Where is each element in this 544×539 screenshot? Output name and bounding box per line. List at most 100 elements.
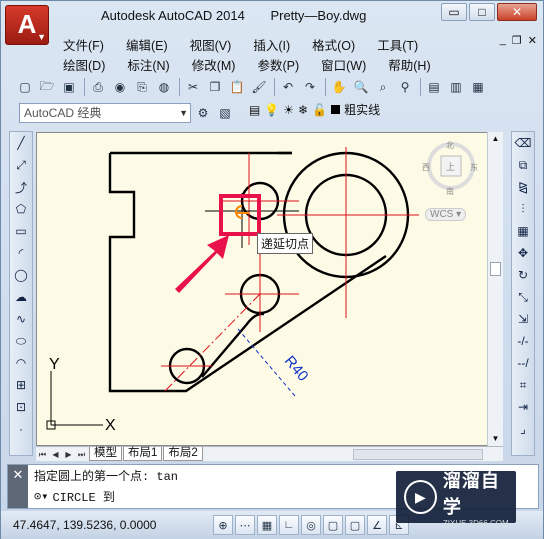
rectangle-icon[interactable]: ▭: [10, 220, 32, 242]
menu-item[interactable]: 绘图(D): [63, 55, 105, 74]
tab-prev-icon[interactable]: ◀: [49, 448, 62, 461]
wcs-menu[interactable]: WCS ▾: [425, 208, 467, 221]
save-icon[interactable]: ▣: [59, 77, 79, 97]
scroll-up-button[interactable]: ▲: [488, 132, 503, 146]
doc-minimize-button[interactable]: _: [500, 34, 506, 47]
zoom-realtime-icon[interactable]: 🔍: [351, 77, 371, 97]
construction-line-icon[interactable]: ⤢: [10, 154, 32, 176]
line-icon[interactable]: ╱: [10, 132, 32, 154]
tool-palettes-icon[interactable]: ▦: [468, 77, 488, 97]
open-file-icon[interactable]: 🗁: [37, 77, 57, 97]
customize-icon[interactable]: ▧: [215, 103, 235, 123]
fillet-icon[interactable]: ⌟: [512, 418, 534, 440]
copy-object-icon[interactable]: ⧉: [512, 154, 534, 176]
make-block-icon[interactable]: ⊡: [10, 396, 32, 418]
ellipse-arc-icon[interactable]: ◠: [10, 352, 32, 374]
trim-icon[interactable]: -/-: [512, 330, 534, 352]
join-icon[interactable]: ⇥: [512, 396, 534, 418]
tab-model[interactable]: 模型: [89, 447, 122, 461]
menu-item[interactable]: 参数(P): [257, 55, 299, 74]
design-center-icon[interactable]: ▥: [446, 77, 466, 97]
stretch-icon[interactable]: ⇲: [512, 308, 534, 330]
menu-item[interactable]: 编辑(E): [126, 35, 168, 54]
menu-item[interactable]: 工具(T): [377, 35, 418, 54]
menu-item[interactable]: 标注(N): [127, 55, 169, 74]
application-menu-button[interactable]: A ▼: [5, 5, 49, 45]
point-icon[interactable]: ·: [10, 418, 32, 440]
close-button[interactable]: ✕: [497, 3, 537, 21]
menu-item[interactable]: 格式(O): [312, 35, 355, 54]
insert-block-icon[interactable]: ⊞: [10, 374, 32, 396]
tab-first-icon[interactable]: ⏮: [36, 448, 49, 461]
part-outline: [108, 151, 410, 393]
properties-icon[interactable]: ▤: [424, 77, 444, 97]
snap-mode-icon[interactable]: ⋯: [235, 515, 255, 535]
menu-item[interactable]: 修改(M): [192, 55, 236, 74]
scroll-down-button[interactable]: ▼: [488, 432, 503, 446]
menu-item[interactable]: 窗口(W): [321, 55, 366, 74]
copy-icon[interactable]: ❐: [205, 77, 225, 97]
mirror-icon[interactable]: ⧎: [512, 176, 534, 198]
polyline-icon[interactable]: ⤴: [10, 176, 32, 198]
workspace-settings-icon[interactable]: ⚙: [193, 103, 213, 123]
scroll-thumb[interactable]: [490, 262, 501, 276]
revision-cloud-icon[interactable]: ☁: [10, 286, 32, 308]
layer-manager-icon[interactable]: ▤: [249, 103, 260, 117]
3d-osnap-icon[interactable]: ▢: [345, 515, 365, 535]
command-prompt: CIRCLE 到: [52, 491, 115, 505]
zoom-window-icon[interactable]: ⌕: [373, 77, 393, 97]
menu-item[interactable]: 插入(I): [253, 35, 290, 54]
tab-next-icon[interactable]: ▶: [62, 448, 75, 461]
doc-close-button[interactable]: ✕: [528, 34, 537, 47]
tab-layout1[interactable]: 布局1: [123, 447, 163, 461]
coordinate-readout[interactable]: 47.4647, 139.5236, 0.0000: [13, 518, 213, 532]
move-icon[interactable]: ✥: [512, 242, 534, 264]
scale-icon[interactable]: ⤡: [512, 286, 534, 308]
polygon-icon[interactable]: ⬠: [10, 198, 32, 220]
spline-icon[interactable]: ∿: [10, 308, 32, 330]
object-snap-icon[interactable]: ▢: [323, 515, 343, 535]
rotate-icon[interactable]: ↻: [512, 264, 534, 286]
zoom-previous-icon[interactable]: ⚲: [395, 77, 415, 97]
arc-icon[interactable]: ◜: [10, 242, 32, 264]
break-icon[interactable]: ⌗: [512, 374, 534, 396]
redo-icon[interactable]: ↷: [300, 77, 320, 97]
extend-icon[interactable]: --/: [512, 352, 534, 374]
ortho-mode-icon[interactable]: ∟: [279, 515, 299, 535]
print-preview-icon[interactable]: ◉: [110, 77, 130, 97]
undo-icon[interactable]: ↶: [278, 77, 298, 97]
offset-icon[interactable]: ⫶: [512, 198, 534, 220]
horizontal-scrollbar[interactable]: [353, 449, 483, 460]
layer-control[interactable]: ▤ 💡 ☀ ❄ 🔓 粗实线: [249, 101, 380, 118]
publish-icon[interactable]: ⎘: [132, 77, 152, 97]
paste-icon[interactable]: 📋: [227, 77, 247, 97]
object-snap-tracking-icon[interactable]: ∠: [367, 515, 387, 535]
3d-dwf-icon[interactable]: ◍: [154, 77, 174, 97]
ellipse-icon[interactable]: ⬭: [10, 330, 32, 352]
cut-icon[interactable]: ✂: [183, 77, 203, 97]
maximize-button[interactable]: □: [469, 3, 495, 21]
new-file-icon[interactable]: ▢: [15, 77, 35, 97]
menu-item[interactable]: 文件(F): [63, 35, 104, 54]
workspace-dropdown[interactable]: AutoCAD 经典 ▼: [19, 103, 191, 123]
infer-constraints-icon[interactable]: ⊕: [213, 515, 233, 535]
circle-icon[interactable]: ◯: [10, 264, 32, 286]
polar-tracking-icon[interactable]: ◎: [301, 515, 321, 535]
pan-icon[interactable]: ✋: [329, 77, 349, 97]
tab-last-icon[interactable]: ⏭: [75, 448, 88, 461]
minimize-button[interactable]: ▭: [441, 3, 467, 21]
tab-layout2[interactable]: 布局2: [163, 447, 203, 461]
vertical-scrollbar[interactable]: ▲ ▼: [487, 132, 503, 446]
match-properties-icon[interactable]: 🖌: [249, 77, 269, 97]
viewcube[interactable]: 上 北 南 西 东: [421, 138, 481, 198]
grid-display-icon[interactable]: ▦: [257, 515, 277, 535]
command-prompt-line[interactable]: ⊙▾ CIRCLE 到: [34, 488, 115, 505]
print-icon[interactable]: ⎙: [88, 77, 108, 97]
menu-item[interactable]: 视图(V): [190, 35, 232, 54]
erase-icon[interactable]: ⌫: [512, 132, 534, 154]
command-window-close[interactable]: ✕: [8, 465, 28, 508]
viewcube-svg: 上 北 南 西 东: [422, 141, 478, 196]
menu-item[interactable]: 帮助(H): [388, 55, 430, 74]
array-icon[interactable]: ▦: [512, 220, 534, 242]
doc-restore-button[interactable]: ❐: [512, 34, 522, 47]
